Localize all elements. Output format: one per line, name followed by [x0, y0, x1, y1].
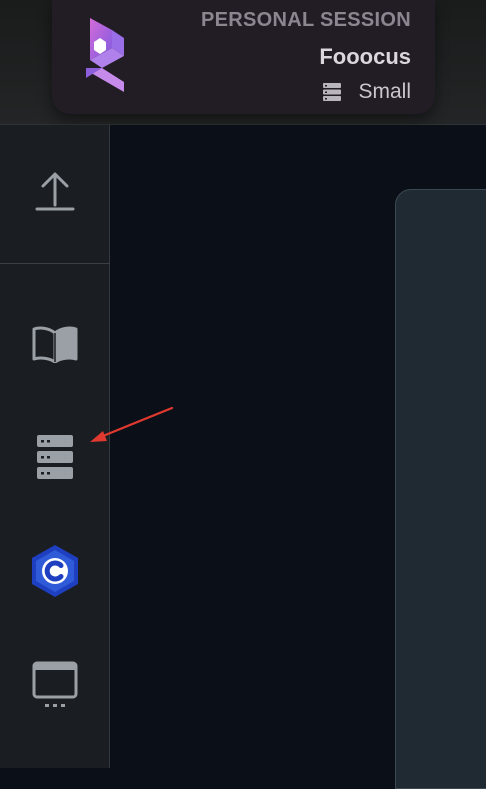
- docs-button[interactable]: [0, 303, 110, 383]
- sidebar-divider: [0, 263, 110, 264]
- top-bar: PERSONAL SESSION Fooocus Small: [0, 0, 486, 125]
- screen-button[interactable]: [0, 645, 110, 725]
- hex-c-icon: [32, 545, 78, 597]
- session-card[interactable]: PERSONAL SESSION Fooocus Small: [52, 0, 435, 114]
- coin-button[interactable]: [0, 531, 110, 611]
- monitor-icon: [32, 661, 78, 707]
- server-stack-icon: [37, 435, 73, 479]
- session-size-label: Small: [358, 80, 411, 103]
- open-book-icon: [32, 326, 78, 363]
- session-name: Fooocus: [319, 44, 411, 69]
- upload-button[interactable]: [0, 151, 110, 231]
- session-type-label: PERSONAL SESSION: [200, 9, 411, 31]
- session-size: Small: [322, 80, 411, 104]
- upload-icon: [35, 172, 75, 211]
- annotation-arrow-icon: [90, 406, 174, 442]
- sidebar: [0, 125, 110, 768]
- server-icon: [323, 83, 342, 101]
- content-panel: [395, 189, 486, 789]
- app-logo-icon: [86, 18, 124, 92]
- main-content: [111, 125, 486, 789]
